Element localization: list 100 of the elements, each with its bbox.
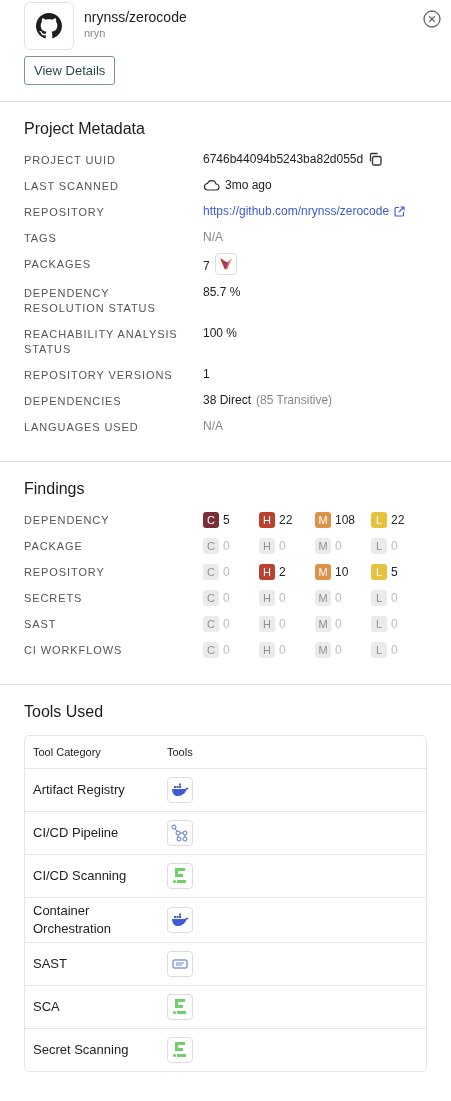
field-label: LAST SCANNED (24, 179, 120, 194)
finding-count: 0 (279, 539, 286, 553)
field-label: REPOSITORY (24, 205, 106, 220)
table-cell-text: Container Orchestration (33, 902, 113, 938)
severity-badge: M (315, 642, 331, 658)
package-count: 7 (203, 258, 210, 273)
column-header: Tool Category (33, 746, 102, 758)
severity-badge: H (259, 564, 275, 580)
severity-badge: M (315, 538, 331, 554)
finding-count: 5 (391, 565, 398, 579)
table-cell-text: SAST (33, 955, 68, 973)
severity-badge: L (371, 512, 387, 528)
finding-count: 0 (335, 643, 342, 657)
finding-count: 0 (279, 591, 286, 605)
severity-badge: L (371, 538, 387, 554)
owner-name: nryn (84, 27, 107, 39)
table-cell-text: Secret Scanning (33, 1041, 130, 1059)
octocat-icon (36, 13, 62, 39)
finding-count: 0 (391, 591, 398, 605)
severity-badge: C (203, 564, 219, 580)
severity-badge: C (203, 642, 219, 658)
transitive-count: (85 Transitive) (256, 393, 333, 407)
finding-count: 0 (335, 617, 342, 631)
section-title: Findings (24, 480, 86, 498)
finding-count: 0 (223, 565, 230, 579)
scan-time: 3mo ago (225, 178, 272, 192)
field-label: REACHABILITY ANALYSIS STATUS (24, 327, 179, 357)
finding-count: 0 (223, 643, 230, 657)
severity-badge: M (315, 590, 331, 606)
finding-count: 0 (223, 591, 230, 605)
finding-count: 108 (335, 513, 356, 527)
field-label: REPOSITORY VERSIONS (24, 368, 174, 383)
table-cell-text: SCA (33, 998, 61, 1016)
whale-icon (167, 907, 193, 933)
severity-badge: L (371, 616, 387, 632)
severity-badge: H (259, 512, 275, 528)
finding-count: 0 (223, 617, 230, 631)
section-title: Project Metadata (24, 120, 146, 138)
finding-count: 0 (335, 539, 342, 553)
finding-count: 0 (279, 617, 286, 631)
finding-count: 0 (279, 643, 286, 657)
close-icon[interactable] (423, 10, 441, 28)
field-label: PROJECT UUID (24, 153, 117, 168)
field-label: TAGS (24, 231, 58, 246)
pipeline-icon (167, 820, 193, 846)
finding-count: 0 (335, 591, 342, 605)
view-details-button[interactable]: View Details (24, 56, 116, 85)
severity-badge: H (259, 616, 275, 632)
severity-badge: M (315, 512, 331, 528)
finding-count: 0 (391, 617, 398, 631)
severity-badge: C (203, 616, 219, 632)
field-label: DEPENDENCY RESOLUTION STATUS (24, 286, 157, 316)
section-title: Tools Used (24, 703, 105, 721)
severity-badge: C (203, 512, 219, 528)
finding-category: DEPENDENCY (24, 513, 111, 528)
field-label: LANGUAGES USED (24, 420, 140, 435)
finding-count: 22 (279, 513, 293, 527)
finding-count: 0 (391, 643, 398, 657)
finding-category: REPOSITORY (24, 565, 106, 580)
severity-badge: L (371, 590, 387, 606)
whale-icon (167, 777, 193, 803)
table-cell-text: CI/CD Pipeline (33, 824, 120, 842)
finding-count: 0 (223, 539, 230, 553)
finding-category: PACKAGE (24, 539, 84, 554)
repository-link[interactable]: https://github.com/nrynss/zerocode (203, 204, 390, 218)
severity-badge: H (259, 538, 275, 554)
finding-count: 10 (335, 565, 349, 579)
cloud-icon (203, 179, 220, 191)
finding-count: 2 (279, 565, 286, 579)
finding-count: 22 (391, 513, 405, 527)
field-label: PACKAGES (24, 257, 92, 272)
field-value: 1 (203, 367, 210, 381)
severity-badge: L (371, 564, 387, 580)
column-header: Tools (167, 746, 193, 758)
table-cell-text: Artifact Registry (33, 781, 126, 799)
severity-badge: C (203, 538, 219, 554)
severity-badge: M (315, 564, 331, 580)
blocks-icon (167, 994, 193, 1020)
copy-icon[interactable] (368, 152, 383, 166)
table-cell-text: CI/CD Scanning (33, 867, 128, 885)
field-value: 100 % (203, 326, 238, 340)
tag-icon (167, 951, 193, 977)
external-link-icon[interactable] (394, 205, 406, 217)
severity-badge: H (259, 590, 275, 606)
blocks-icon (167, 863, 193, 889)
field-value: N/A (203, 419, 223, 433)
finding-category: CI WORKFLOWS (24, 643, 124, 658)
finding-category: SAST (24, 617, 58, 632)
severity-badge: C (203, 590, 219, 606)
blocks-icon (167, 1037, 193, 1063)
finding-count: 5 (223, 513, 230, 527)
field-label: DEPENDENCIES (24, 394, 123, 409)
direct-count: 38 Direct (203, 393, 252, 407)
severity-badge: M (315, 616, 331, 632)
severity-badge: H (259, 642, 275, 658)
field-value: N/A (203, 230, 223, 244)
uuid-value: 6746b44094b5243ba82d055d (203, 152, 364, 166)
project-title: nrynss/zerocode (84, 9, 188, 25)
finding-count: 0 (391, 539, 398, 553)
package-icon (214, 253, 237, 275)
